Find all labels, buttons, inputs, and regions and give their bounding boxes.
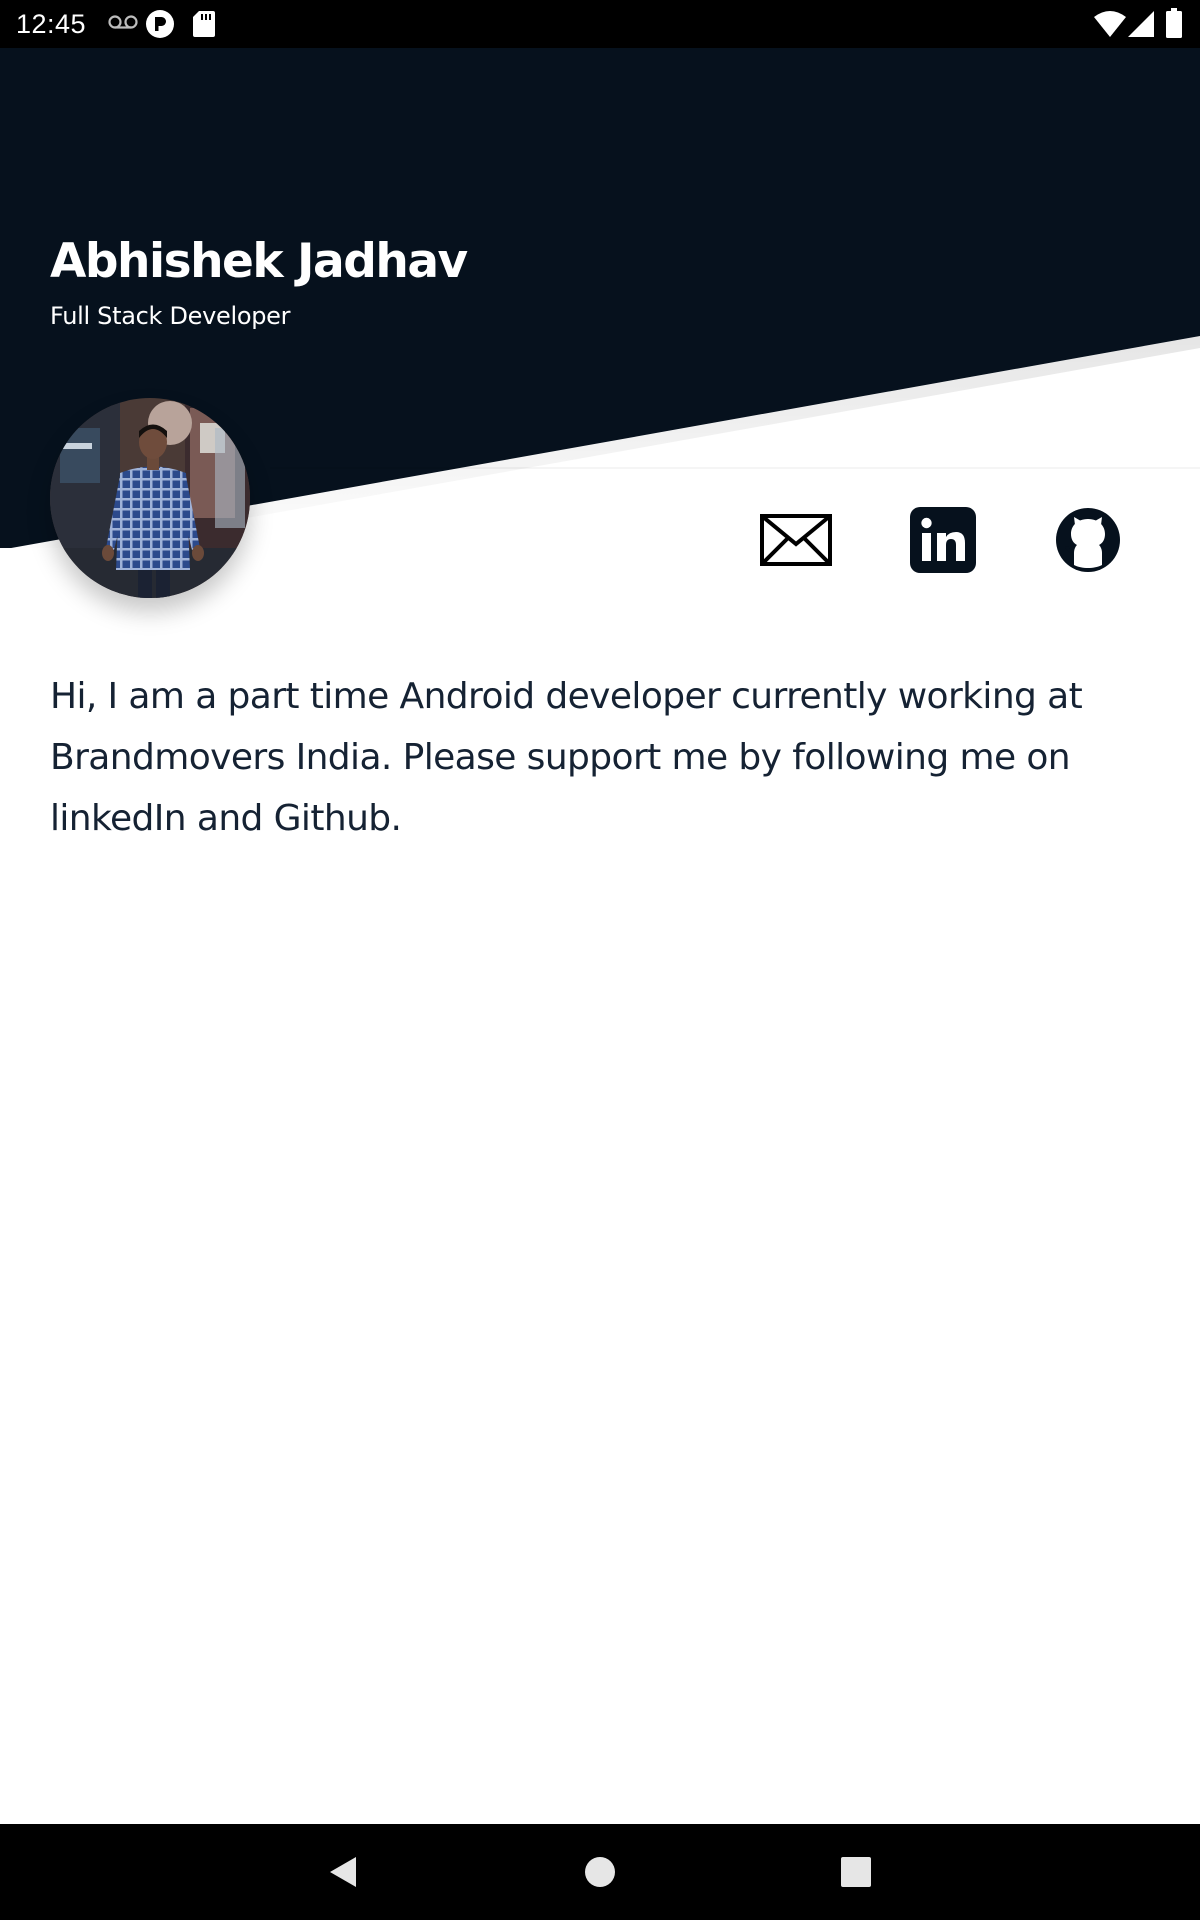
profile-role: Full Stack Developer: [50, 302, 291, 330]
recents-button[interactable]: [816, 1842, 896, 1902]
navigation-bar: [0, 1824, 1200, 1920]
github-icon: [1056, 508, 1120, 572]
profile-screen: 12:45 Abhishek Jadhav Full Stack Develop…: [0, 0, 1200, 1920]
wifi-icon: [1094, 11, 1126, 37]
app-notification-icon: [146, 10, 174, 38]
recents-icon: [841, 1857, 871, 1887]
back-button[interactable]: [302, 1842, 382, 1902]
mail-icon: [760, 514, 832, 566]
battery-icon: [1166, 8, 1182, 38]
profile-photo: [50, 398, 250, 598]
status-bar: 12:45: [0, 0, 1200, 48]
home-icon: [585, 1857, 615, 1887]
github-button[interactable]: [1043, 500, 1133, 580]
linkedin-button[interactable]: [898, 500, 988, 580]
bio-text: Hi, I am a part time Android developer c…: [50, 676, 1083, 839]
email-button[interactable]: [751, 500, 841, 580]
home-button[interactable]: [560, 1842, 640, 1902]
avatar[interactable]: [50, 398, 250, 598]
profile-name: Abhishek Jadhav: [50, 234, 468, 289]
linkedin-icon: [910, 507, 976, 573]
status-time: 12:45: [16, 9, 87, 39]
back-icon: [330, 1857, 356, 1887]
sd-card-icon: [193, 11, 215, 37]
voicemail-icon: [108, 15, 138, 29]
cell-signal-icon: [1128, 11, 1154, 37]
